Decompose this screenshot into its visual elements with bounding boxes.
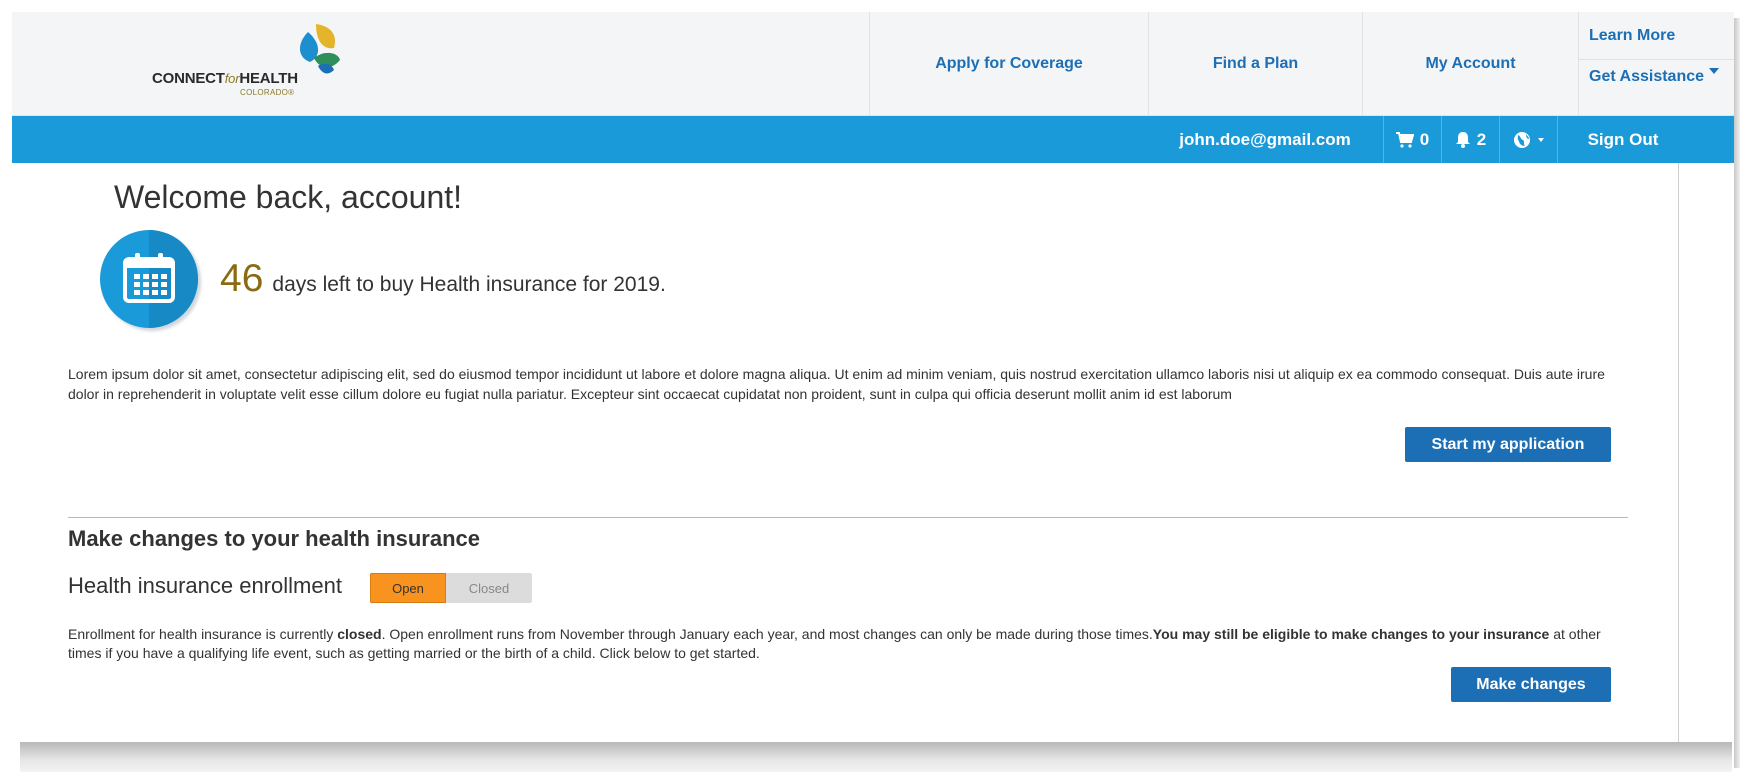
cart-button[interactable]: 0 xyxy=(1383,116,1441,163)
logo-text: CONNECTforHEALTH xyxy=(152,70,298,87)
get-assistance-dropdown[interactable]: Get Assistance xyxy=(1579,59,1734,106)
page-frame: CONNECTforHEALTH COLORADO® Apply for Cov… xyxy=(12,12,1734,742)
days-left-count: 46 xyxy=(220,257,264,300)
welcome-heading: Welcome back, account! xyxy=(114,179,463,215)
language-dropdown[interactable] xyxy=(1499,116,1557,163)
top-navigation: CONNECTforHEALTH COLORADO® Apply for Cov… xyxy=(12,12,1734,116)
calendar-icon xyxy=(123,253,175,303)
side-links: Learn More Get Assistance xyxy=(1578,12,1734,115)
nav-apply-for-coverage[interactable]: Apply for Coverage xyxy=(869,12,1148,115)
enrollment-label: Health insurance enrollment xyxy=(68,573,342,598)
connect-for-health-logo[interactable]: CONNECTforHEALTH COLORADO® xyxy=(152,22,352,102)
page-shadow-right xyxy=(1734,18,1740,768)
nav-my-account[interactable]: My Account xyxy=(1362,12,1578,115)
notifications-button[interactable]: 2 xyxy=(1441,116,1499,163)
days-left-text: days left to buy Health insurance for 20… xyxy=(272,273,666,296)
cart-count: 0 xyxy=(1419,129,1430,149)
make-changes-button[interactable]: Make changes xyxy=(1451,667,1611,702)
caret-down-icon xyxy=(1709,68,1720,74)
enrollment-description: Enrollment for health insurance is curre… xyxy=(68,626,1601,661)
toggle-closed[interactable]: Closed xyxy=(446,573,532,603)
bell-icon xyxy=(1455,132,1470,148)
section-divider xyxy=(68,517,1628,518)
cart-icon xyxy=(1395,131,1414,148)
logo-subtext: COLORADO® xyxy=(240,88,295,97)
toggle-open[interactable]: Open xyxy=(370,573,446,603)
page-shadow-bottom xyxy=(20,742,1732,772)
enrollment-status-toggle[interactable]: Open Closed xyxy=(370,573,532,603)
user-email[interactable]: john.doe@gmail.com xyxy=(1147,116,1383,163)
nav-find-a-plan[interactable]: Find a Plan xyxy=(1148,12,1362,115)
scrollbar-track[interactable] xyxy=(1678,163,1679,742)
intro-paragraph: Lorem ipsum dolor sit amet, consectetur … xyxy=(68,366,1605,402)
user-bar: john.doe@gmail.com 0 2 Sign Out xyxy=(12,116,1734,163)
caret-down-icon xyxy=(1538,137,1544,142)
section-title: Make changes to your health insurance xyxy=(68,526,481,551)
start-application-button[interactable]: Start my application xyxy=(1405,427,1611,462)
globe-icon xyxy=(1514,131,1530,148)
notifications-count: 2 xyxy=(1476,129,1487,149)
calendar-badge xyxy=(100,230,198,328)
days-left-message: 46 days left to buy Health insurance for… xyxy=(220,257,666,301)
leaf-logo-icon xyxy=(299,24,340,74)
sign-out-button[interactable]: Sign Out xyxy=(1557,116,1688,163)
learn-more-link[interactable]: Learn More xyxy=(1579,12,1734,59)
